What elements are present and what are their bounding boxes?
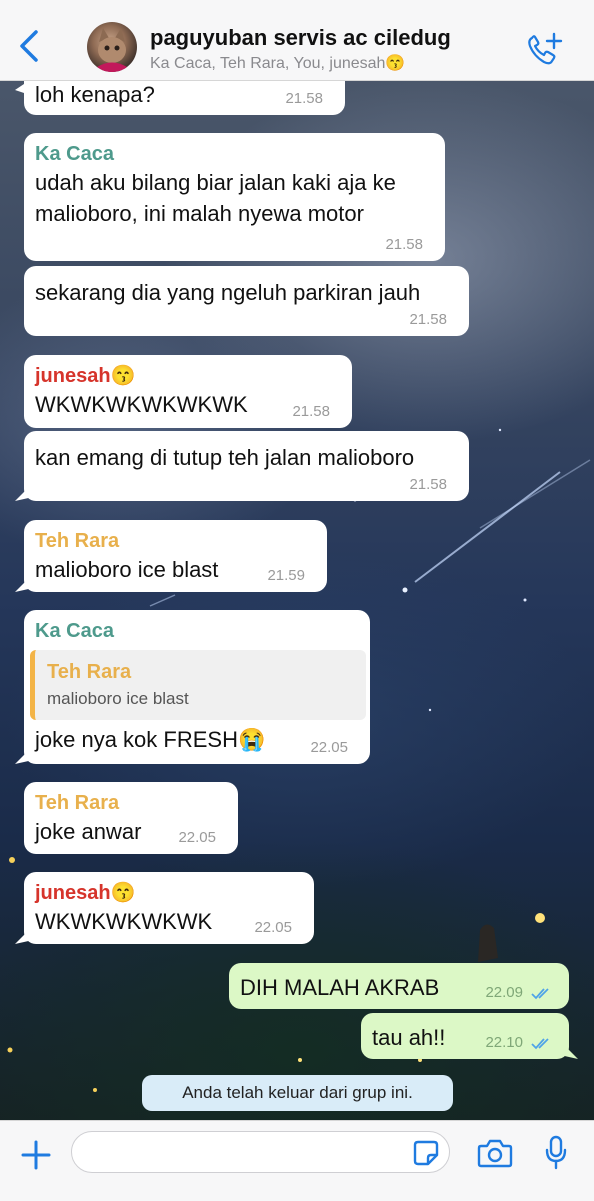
message-time: 21.59 <box>267 567 305 584</box>
read-ticks-icon <box>531 988 549 1000</box>
message-time: 22.05 <box>310 739 348 756</box>
composer-bar <box>0 1120 594 1201</box>
message-time: 21.58 <box>285 90 323 107</box>
voice-button[interactable] <box>544 1135 568 1171</box>
sender-name[interactable]: Ka Caca <box>35 618 359 644</box>
message-time: 22.05 <box>254 919 292 936</box>
bubble-tail <box>15 926 33 944</box>
cat-avatar-icon <box>97 28 127 72</box>
message-time: 21.58 <box>292 403 330 420</box>
sender-name[interactable]: junesah😙 <box>35 363 341 389</box>
bubble-tail <box>15 574 33 592</box>
message-time: 21.58 <box>409 311 447 328</box>
bubble-tail <box>560 1041 578 1059</box>
message-time: 21.58 <box>409 476 447 493</box>
message-time: 22.09 <box>485 984 523 1001</box>
microphone-icon <box>545 1135 567 1170</box>
phone-plus-icon <box>528 32 563 65</box>
system-notice: Anda telah keluar dari grup ini. <box>142 1075 453 1111</box>
bubble-tail <box>15 746 33 764</box>
read-ticks-icon <box>531 1038 549 1050</box>
message-time: 22.05 <box>178 829 216 846</box>
message-text: kan emang di tutup teh jalan malioboro <box>35 445 415 470</box>
message-bubble[interactable]: Ka Caca udah aku bilang biar jalan kaki … <box>24 133 445 261</box>
message-time: 21.58 <box>385 236 423 253</box>
message-bubble[interactable]: Teh Rara joke anwar 22.05 <box>24 782 238 854</box>
plus-icon <box>21 1140 51 1170</box>
quoted-text: malioboro ice blast <box>47 689 189 708</box>
message-bubble[interactable]: sekarang dia yang ngeluh parkiran jauh 2… <box>24 266 469 336</box>
message-bubble[interactable]: junesah😙 WKWKWKWKWK 22.05 <box>15 872 314 944</box>
message-input[interactable] <box>71 1131 450 1173</box>
chevron-left-icon <box>20 30 38 62</box>
message-bubble[interactable]: Teh Rara malioboro ice blast 21.59 <box>15 520 327 592</box>
quoted-message[interactable]: Teh Rara malioboro ice blast <box>30 650 366 720</box>
message-time: 22.10 <box>485 1034 523 1051</box>
sender-name[interactable]: Teh Rara <box>35 528 316 554</box>
camera-button[interactable] <box>477 1138 513 1168</box>
message-bubble-outgoing[interactable]: tau ah!! 22.10 <box>361 1013 578 1059</box>
message-bubble[interactable]: kan emang di tutup teh jalan malioboro 2… <box>15 431 469 501</box>
attach-button[interactable] <box>20 1139 52 1171</box>
message-bubble-outgoing[interactable]: DIH MALAH AKRAB 22.09 <box>229 963 569 1009</box>
group-members[interactable]: Ka Caca, Teh Rara, You, junesah😙 <box>150 53 405 73</box>
quoted-sender: Teh Rara <box>47 661 132 683</box>
bubble-tail <box>15 483 33 501</box>
sender-name[interactable]: junesah😙 <box>35 880 303 906</box>
message-text: sekarang dia yang ngeluh parkiran jauh <box>35 280 421 305</box>
chat-header: paguyuban servis ac ciledug Ka Caca, Teh… <box>0 0 594 81</box>
camera-icon <box>477 1139 513 1168</box>
message-bubble[interactable]: Ka Caca Teh Rara malioboro ice blast jok… <box>15 610 370 764</box>
add-call-button[interactable] <box>524 30 564 66</box>
group-avatar[interactable] <box>87 22 137 72</box>
sticker-icon <box>413 1140 439 1166</box>
sender-name[interactable]: Teh Rara <box>35 790 227 816</box>
sticker-button[interactable] <box>412 1139 440 1167</box>
sender-name[interactable]: Ka Caca <box>35 141 434 167</box>
back-button[interactable] <box>10 26 46 66</box>
message-text: udah aku bilang biar jalan kaki aja ke m… <box>35 170 396 226</box>
group-title[interactable]: paguyuban servis ac ciledug <box>150 25 451 51</box>
message-bubble[interactable]: junesah😙 WKWKWKWKWKWK 21.58 <box>24 355 352 428</box>
